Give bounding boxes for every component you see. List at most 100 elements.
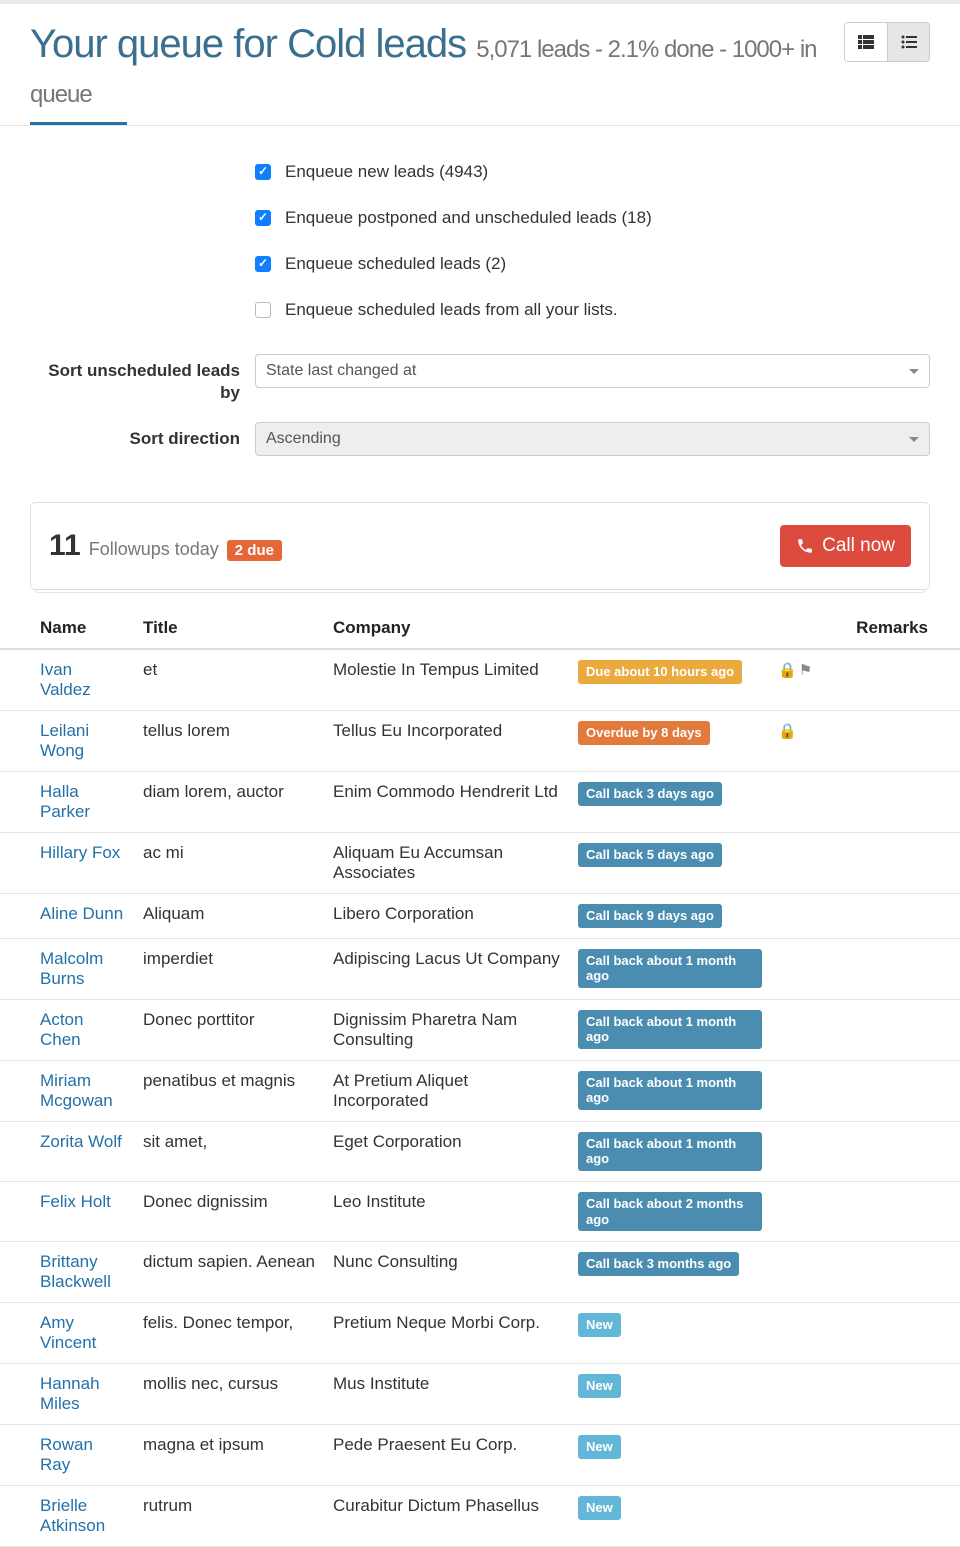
th-list-icon xyxy=(858,35,874,49)
chevron-down-icon xyxy=(909,437,919,442)
status-badge: Due about 10 hours ago xyxy=(578,660,742,684)
enqueue-checkbox-3[interactable]: Enqueue scheduled leads from all your li… xyxy=(255,300,930,320)
lead-company: Curabitur Dictum Phasellus xyxy=(325,1486,570,1547)
table-row: Malcolm Burns imperdietAdipiscing Lacus U… xyxy=(0,938,960,999)
lead-name-link[interactable]: Hillary Fox xyxy=(40,843,120,862)
lead-company: Dignissim Pharetra Nam Consulting xyxy=(325,999,570,1060)
chevron-down-icon xyxy=(909,369,919,374)
view-toggle xyxy=(844,22,930,62)
lead-remarks xyxy=(770,1181,960,1241)
table-row: Halla Parkerdiam lorem, auctorEnim Commo… xyxy=(0,772,960,833)
enqueue-checkbox-0[interactable]: Enqueue new leads (4943) xyxy=(255,162,930,182)
lock-icon: 🔒 xyxy=(778,723,797,740)
lead-remarks xyxy=(770,1121,960,1181)
lead-company: Pretium Neque Morbi Corp. xyxy=(325,1303,570,1364)
table-row: Aline DunnAliquamLibero CorporationCall … xyxy=(0,894,960,939)
lead-name-link[interactable]: Leilani Wong xyxy=(40,721,89,760)
lead-name-link[interactable]: Rowan Ray xyxy=(40,1435,93,1474)
lead-name-link[interactable]: Amy Vincent xyxy=(40,1313,96,1352)
lead-name-link[interactable]: Malcolm Burns xyxy=(40,949,103,988)
lead-name-link[interactable]: Zorita Wolf xyxy=(40,1132,122,1151)
list-icon xyxy=(901,35,917,49)
lead-name-link[interactable]: Miriam Mcgowan xyxy=(40,1071,113,1110)
lead-name-link[interactable]: Brittany Blackwell xyxy=(40,1252,111,1291)
lead-company: Leo Institute xyxy=(325,1181,570,1241)
lead-company: Adipiscing Lacus Ut Company xyxy=(325,938,570,999)
table-row: Acton ChenDonec porttitorDignissim Phare… xyxy=(0,999,960,1060)
table-row: Brittany Blackwelldictum sapien. AeneanN… xyxy=(0,1242,960,1303)
table-row: Zorita Wolf sit amet,Eget CorporationCall… xyxy=(0,1121,960,1181)
lead-remarks xyxy=(770,1303,960,1364)
status-badge: Call back 3 days ago xyxy=(578,782,722,806)
status-badge: Call back 9 days ago xyxy=(578,904,722,928)
lead-name-link[interactable]: Aline Dunn xyxy=(40,904,123,923)
status-badge: Call back about 1 month ago xyxy=(578,1132,762,1171)
sort-direction-label: Sort direction xyxy=(30,422,255,456)
checkbox-label: Enqueue new leads (4943) xyxy=(285,162,488,182)
lead-company: Pede Praesent Eu Corp. xyxy=(325,1425,570,1486)
status-badge: Call back about 1 month ago xyxy=(578,1010,762,1049)
lead-remarks xyxy=(770,1425,960,1486)
table-row: Brielle AtkinsonrutrumCurabitur Dictum P… xyxy=(0,1486,960,1547)
sort-direction-value: Ascending xyxy=(266,430,341,448)
lead-title: et xyxy=(135,649,325,711)
status-badge: Call back about 1 month ago xyxy=(578,949,762,988)
lead-name-link[interactable]: Brielle Atkinson xyxy=(40,1496,105,1535)
table-row: Miriam Mcgowanpenatibus et magnisAt Pret… xyxy=(0,1060,960,1121)
lead-title: sit amet, xyxy=(135,1121,325,1181)
th-company: Company xyxy=(325,608,570,649)
lead-company: Aliquam Eu Accumsan Associates xyxy=(325,833,570,894)
sort-direction-select[interactable]: Ascending xyxy=(255,422,930,456)
enqueue-checkbox-2[interactable]: Enqueue scheduled leads (2) xyxy=(255,254,930,274)
followups-label: Followups today xyxy=(89,539,219,560)
lead-remarks xyxy=(770,1060,960,1121)
lead-company: Nunc Consulting xyxy=(325,1242,570,1303)
lead-remarks xyxy=(770,772,960,833)
status-badge: Call back about 1 month ago xyxy=(578,1071,762,1110)
view-grid-button[interactable] xyxy=(845,23,887,61)
lead-company: Tellus Eu Incorporated xyxy=(325,711,570,772)
view-list-button[interactable] xyxy=(887,23,929,61)
enqueue-checkbox-1[interactable]: Enqueue postponed and unscheduled leads … xyxy=(255,208,930,228)
th-remarks: Remarks xyxy=(770,608,960,649)
checkbox-input[interactable] xyxy=(255,302,271,318)
sort-by-value: State last changed at xyxy=(266,362,416,380)
lead-name-link[interactable]: Halla Parker xyxy=(40,782,90,821)
checkbox-input[interactable] xyxy=(255,210,271,226)
lead-remarks xyxy=(770,1364,960,1425)
lead-company: Molestie In Tempus Limited xyxy=(325,649,570,711)
sort-by-label: Sort unscheduled leads by xyxy=(30,354,255,404)
lead-company: Mus Institute xyxy=(325,1364,570,1425)
table-row: Hillary Fox ac miAliquam Eu Accumsan Asso… xyxy=(0,833,960,894)
checkbox-input[interactable] xyxy=(255,256,271,272)
lead-remarks xyxy=(770,833,960,894)
lead-name-link[interactable]: Ivan Valdez xyxy=(40,660,91,699)
lead-title: imperdiet xyxy=(135,938,325,999)
th-name: Name xyxy=(0,608,135,649)
call-now-button[interactable]: Call now xyxy=(780,525,911,567)
lead-title: tellus lorem xyxy=(135,711,325,772)
title-list-name: Cold leads xyxy=(287,22,466,66)
table-row: Ivan Valdez etMolestie In Tempus Limited D… xyxy=(0,649,960,711)
table-row: Rowan Raymagna et ipsumPede Praesent Eu … xyxy=(0,1425,960,1486)
status-badge: Call back 5 days ago xyxy=(578,843,722,867)
lead-name-link[interactable]: Hannah Miles xyxy=(40,1374,100,1413)
lead-remarks: 🔒 xyxy=(770,711,960,772)
due-badge: 2 due xyxy=(227,540,282,561)
th-title: Title xyxy=(135,608,325,649)
lead-title: diam lorem, auctor xyxy=(135,772,325,833)
table-row: Hannah Milesmollis nec, cursusMus Instit… xyxy=(0,1364,960,1425)
lead-title: ac mi xyxy=(135,833,325,894)
lead-name-link[interactable]: Acton Chen xyxy=(40,1010,83,1049)
table-row: Felix HoltDonec dignissimLeo InstituteCa… xyxy=(0,1181,960,1241)
lead-remarks xyxy=(770,894,960,939)
sort-by-select[interactable]: State last changed at xyxy=(255,354,930,388)
lead-title: Donec dignissim xyxy=(135,1181,325,1241)
checkbox-input[interactable] xyxy=(255,164,271,180)
table-row: Leilani Wong tellus loremTellus Eu Incorp… xyxy=(0,711,960,772)
lead-name-link[interactable]: Felix Holt xyxy=(40,1192,111,1211)
page-title: Your queue for Cold leads 5,071 leads - … xyxy=(30,22,844,112)
lead-company: Eget Corporation xyxy=(325,1121,570,1181)
lead-title: Aliquam xyxy=(135,894,325,939)
title-prefix: Your queue for xyxy=(30,22,287,66)
